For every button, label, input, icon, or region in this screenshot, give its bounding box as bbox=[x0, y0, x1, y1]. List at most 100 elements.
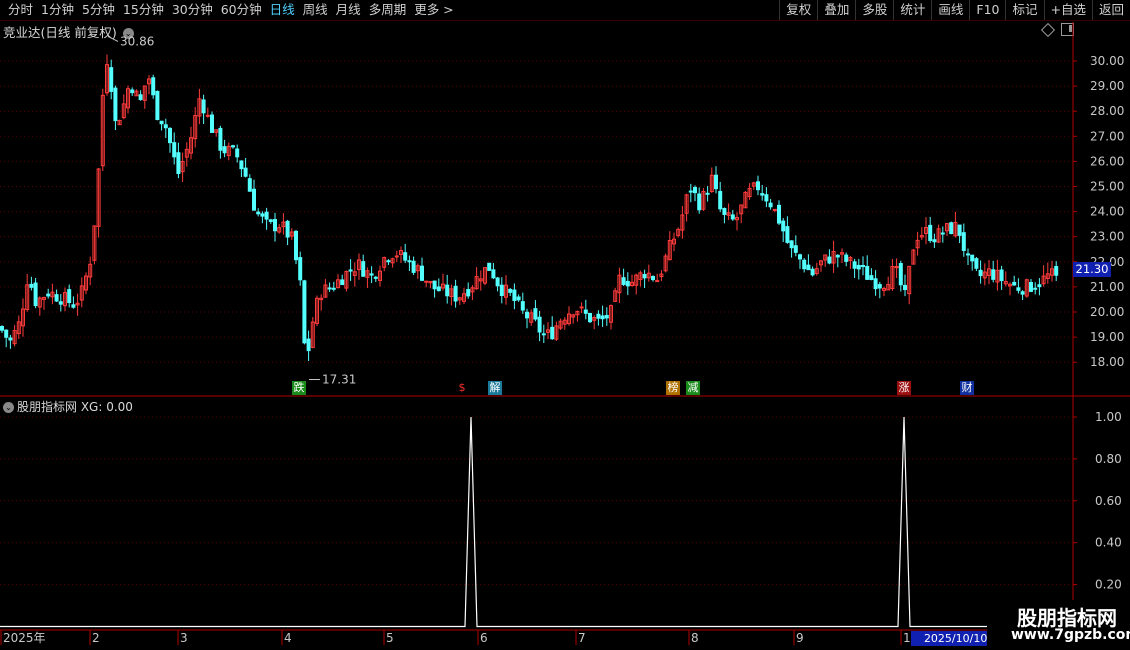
price-tick-label: 18.00 bbox=[1090, 355, 1124, 369]
price-tick-label: 21.00 bbox=[1090, 280, 1124, 294]
candle-body bbox=[176, 152, 181, 174]
candle-body bbox=[218, 127, 223, 151]
date-tick-label: 5 bbox=[386, 631, 394, 645]
candle-body bbox=[785, 226, 790, 243]
candle-body bbox=[495, 277, 500, 287]
chevron-down-icon[interactable]: ⌄ bbox=[3, 402, 14, 413]
candle-body bbox=[621, 277, 626, 285]
candle-body bbox=[957, 224, 962, 236]
candle-body bbox=[583, 309, 588, 314]
candle-body bbox=[487, 262, 492, 271]
current-price-tag: 21.30 bbox=[1073, 262, 1111, 277]
candle-body bbox=[302, 280, 307, 344]
date-tick-label: 2 bbox=[92, 631, 100, 645]
candle-body bbox=[525, 311, 529, 319]
candle-body bbox=[340, 279, 345, 286]
candle-body bbox=[873, 278, 878, 290]
candle-body bbox=[772, 208, 777, 211]
candle-body bbox=[966, 253, 970, 256]
candle-body bbox=[151, 77, 156, 96]
date-tick-label: 6 bbox=[480, 631, 488, 645]
candle-body bbox=[1016, 287, 1021, 291]
event-marker[interactable]: 涨 bbox=[897, 381, 911, 395]
candle-body bbox=[705, 192, 710, 195]
candle-body bbox=[256, 211, 261, 215]
candle-body bbox=[264, 211, 269, 220]
candle-body bbox=[499, 284, 504, 296]
candle-body bbox=[940, 232, 945, 235]
candle-body bbox=[537, 316, 542, 333]
candle-body bbox=[970, 254, 975, 262]
candle-body bbox=[625, 280, 630, 287]
candle-body bbox=[373, 276, 378, 279]
candle-body bbox=[693, 187, 697, 194]
date-tick-label: 2025年 bbox=[3, 631, 46, 645]
candle-body bbox=[520, 301, 525, 311]
candle-body bbox=[781, 220, 786, 232]
candle-body bbox=[852, 261, 857, 269]
candle-body bbox=[260, 213, 265, 217]
candle-body bbox=[903, 284, 907, 291]
candle-body bbox=[974, 258, 979, 269]
event-marker[interactable]: 解 bbox=[488, 381, 502, 395]
event-marker[interactable]: 跌 bbox=[292, 381, 306, 395]
candle-body bbox=[294, 230, 298, 261]
indicator-tick-label: 0.20 bbox=[1095, 578, 1122, 592]
candle-body bbox=[588, 312, 592, 323]
event-marker[interactable]: 减 bbox=[686, 381, 700, 395]
candle-body bbox=[172, 142, 177, 158]
candle-body bbox=[407, 260, 412, 263]
event-marker[interactable]: 榜 bbox=[666, 381, 680, 395]
candle-body bbox=[978, 269, 983, 277]
candle-body bbox=[8, 337, 13, 341]
candle-body bbox=[508, 288, 513, 293]
candle-body bbox=[29, 283, 34, 288]
chart-canvas: 30.00 29.00 28.00 27.00 26.00 25.00 24.00 23.00… bbox=[0, 22, 1130, 645]
candle-body bbox=[777, 204, 781, 224]
candle-body bbox=[252, 188, 256, 211]
candle-body bbox=[155, 90, 160, 121]
candle-body bbox=[235, 148, 240, 158]
candle-body bbox=[718, 190, 723, 210]
candle-body bbox=[579, 306, 584, 309]
candle-body bbox=[999, 269, 1004, 282]
candle-body bbox=[1012, 281, 1017, 286]
candle-body bbox=[1033, 287, 1038, 290]
candle-body bbox=[331, 287, 336, 290]
candle-body bbox=[369, 273, 374, 276]
candle-body bbox=[760, 193, 765, 196]
candle-body bbox=[348, 269, 353, 272]
candle-body bbox=[600, 315, 605, 320]
date-tick-label: 1 bbox=[903, 631, 911, 645]
candle-body bbox=[420, 265, 424, 281]
candle-body bbox=[697, 193, 702, 211]
event-marker[interactable]: 财 bbox=[960, 381, 974, 395]
candle-body bbox=[856, 264, 861, 270]
price-tick-label: 27.00 bbox=[1090, 129, 1124, 143]
indicator-title: ⌄ 股朋指标网 XG: 0.00 bbox=[3, 398, 133, 415]
candle-body bbox=[764, 194, 769, 202]
candle-body bbox=[512, 289, 517, 301]
candle-body bbox=[550, 326, 555, 340]
candle-body bbox=[798, 254, 802, 260]
candle-body bbox=[1037, 284, 1042, 288]
price-tick-label: 29.00 bbox=[1090, 79, 1124, 93]
candle-body bbox=[516, 296, 521, 301]
event-marker[interactable]: $ bbox=[455, 381, 469, 395]
candle-body bbox=[268, 219, 273, 223]
candle-body bbox=[596, 313, 601, 319]
candle-body bbox=[604, 314, 609, 319]
candle-body bbox=[403, 252, 408, 261]
price-tick-label: 30.00 bbox=[1090, 54, 1124, 68]
candle-body bbox=[247, 178, 252, 192]
price-tick-label: 24.00 bbox=[1090, 205, 1124, 219]
candle-body bbox=[58, 301, 63, 305]
candle-body bbox=[961, 232, 966, 251]
candle-body bbox=[4, 329, 9, 338]
candle-body bbox=[361, 261, 366, 277]
indicator-title-text: 股朋指标网 XG: 0.00 bbox=[17, 400, 133, 414]
candle-body bbox=[159, 120, 164, 125]
candle-body bbox=[138, 94, 143, 101]
candle-body bbox=[928, 224, 933, 241]
candle-body bbox=[46, 293, 51, 297]
